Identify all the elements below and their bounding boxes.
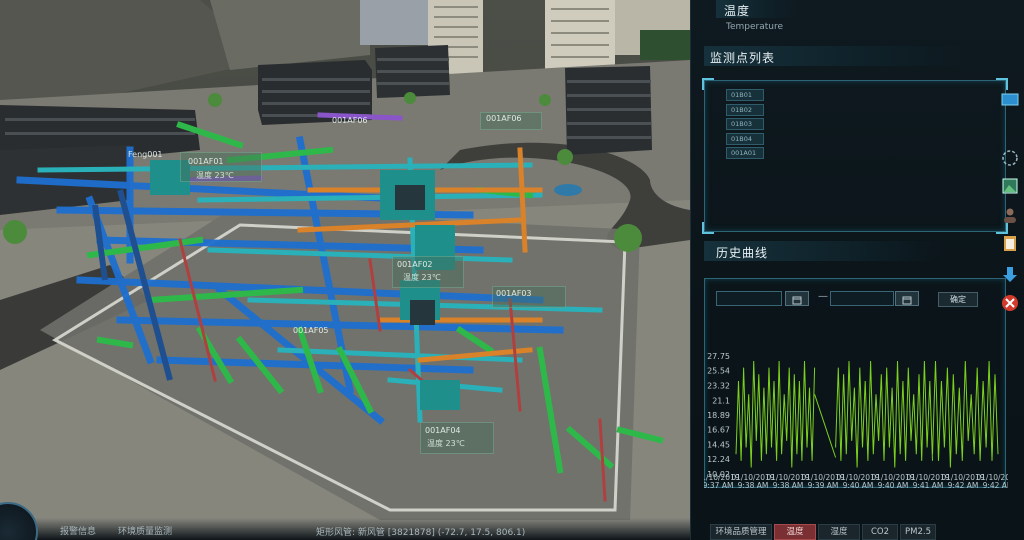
temperature-title: 温度 [724, 4, 751, 18]
x-axis-ticks: 01/10/20199:37 AM01/10/20199:38 AM01/10/… [704, 473, 1008, 488]
start-date-input[interactable] [716, 291, 782, 306]
history-title: 历史曲线 [716, 246, 769, 260]
tab-env-quality-monitor[interactable]: 环境质量监测 [118, 524, 172, 537]
temperature-series-line [814, 394, 837, 458]
x-tick-label-time: 9:38 AM [738, 481, 769, 488]
app-root: Feng001 001AF01 温度 23℃ 001AF06 001AF06 0… [0, 0, 1024, 540]
x-tick-label-time: 9:41 AM [913, 481, 944, 488]
scene-label-001af03[interactable]: 001AF03 [496, 289, 532, 298]
refresh-icon[interactable] [1000, 148, 1020, 168]
y-tick-label: 18.89 [707, 411, 730, 420]
y-tick-label: 16.67 [707, 426, 730, 435]
x-tick-label-time: 9:37 AM [704, 481, 733, 488]
monitor-point-item[interactable]: 01B03 [726, 118, 764, 130]
chart-series [735, 360, 999, 468]
y-tick-label: 21.1 [712, 396, 730, 405]
scene-label-001af06[interactable]: 001AF06 [332, 116, 368, 125]
scene-label-001af02[interactable]: 001AF02 [397, 260, 433, 269]
user-icon[interactable] [1000, 205, 1020, 225]
x-tick-label-time: 9:40 AM [878, 481, 909, 488]
y-tick-label: 14.45 [707, 441, 730, 450]
scene-label-feng001[interactable]: Feng001 [128, 150, 163, 159]
x-tick-label-time: 9:42 AM [983, 481, 1008, 488]
monitor-point-list: 01B01 01B02 01B03 01B04 001A01 [726, 89, 764, 162]
monitor-point-item[interactable]: 001A01 [726, 147, 764, 159]
scene-label-001af04[interactable]: 001AF04 [425, 426, 461, 435]
temperature-subtitle: Temperature [726, 22, 784, 32]
date-range-separator: — [818, 291, 828, 302]
tab-temperature[interactable]: 温度 [774, 524, 816, 540]
x-tick-label-time: 9:42 AM [948, 481, 979, 488]
temperature-series-line [735, 360, 816, 468]
frame-corner [996, 78, 1008, 90]
x-tick-label-time: 9:38 AM [773, 481, 804, 488]
confirm-button[interactable]: 确定 [938, 292, 978, 307]
end-date-input[interactable] [830, 291, 894, 306]
bim-3d-scene[interactable]: Feng001 001AF01 温度 23℃ 001AF06 001AF06 0… [0, 0, 690, 540]
y-axis-ticks: 27.7525.5423.3221.118.8916.6714.4512.241… [707, 352, 730, 479]
monitor-point-item[interactable]: 01B02 [726, 103, 764, 116]
start-calendar-button[interactable] [785, 291, 809, 306]
scene-label-001af06-b[interactable]: 001AF06 [486, 114, 522, 123]
scene-label-001af04-temp: 温度 23℃ [427, 439, 465, 448]
monitor-list-title: 监测点列表 [710, 51, 776, 65]
y-tick-label: 23.32 [707, 381, 730, 390]
image-icon[interactable] [1000, 176, 1020, 196]
frame-corner [702, 222, 714, 234]
close-icon[interactable] [1000, 293, 1020, 313]
temperature-series-line [835, 360, 933, 468]
tab-humidity[interactable]: 湿度 [818, 524, 860, 540]
x-tick-label-time: 9:40 AM [843, 481, 874, 488]
panel-tabs: 环境品质管理 温度 湿度 CO2 PM2.5 [690, 522, 1024, 540]
tab-env-quality-management[interactable]: 环境品质管理 [710, 524, 772, 540]
clipboard-icon[interactable] [1000, 233, 1020, 253]
tab-alarm-info[interactable]: 报警信息 [60, 524, 96, 537]
scene-label-001af01[interactable]: 001AF01 [188, 157, 224, 166]
x-tick-label-time: 9:39 AM [808, 481, 839, 488]
y-tick-label: 12.24 [707, 455, 730, 464]
monitor-point-item[interactable]: 01B04 [726, 132, 764, 145]
scene-label-001af01-temp: 温度 23℃ [196, 171, 234, 180]
monitor-icon[interactable] [1000, 90, 1020, 110]
scene-label-001af02-temp: 温度 23℃ [403, 273, 441, 282]
calendar-icon [792, 296, 802, 305]
history-line-chart: 27.7525.5423.3221.118.8916.6714.4512.241… [704, 352, 1008, 488]
y-tick-label: 27.75 [707, 352, 730, 361]
tab-co2[interactable]: CO2 [862, 524, 898, 540]
download-arrow-icon[interactable] [1000, 265, 1020, 285]
frame-corner [702, 78, 714, 90]
y-tick-label: 25.54 [707, 367, 730, 376]
scene-graphics [0, 0, 690, 540]
scene-label-001af05[interactable]: 001AF05 [293, 326, 329, 335]
temperature-series-line [932, 360, 999, 468]
calendar-icon [902, 296, 912, 305]
monitor-point-item[interactable]: 01B01 [726, 89, 764, 101]
end-calendar-button[interactable] [895, 291, 919, 306]
selection-status-text: 矩形风管: 新风管 [3821878] (-72.7, 17.5, 806.1) [316, 528, 526, 538]
tab-pm25[interactable]: PM2.5 [900, 524, 936, 540]
